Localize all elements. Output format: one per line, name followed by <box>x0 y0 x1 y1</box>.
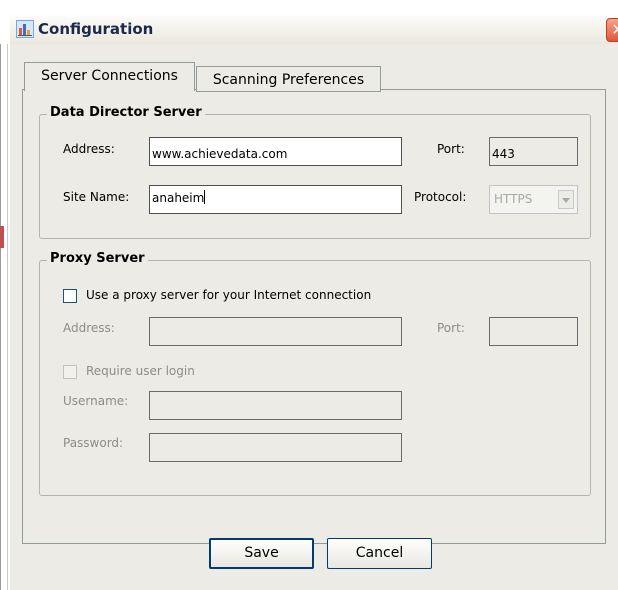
tab-label: Server Connections <box>41 68 178 84</box>
tab-panel-server-connections: Data Director Server Address: Port: Site… <box>22 89 606 544</box>
background-window-edge-inner <box>7 44 8 590</box>
address-label: Address: <box>63 142 115 156</box>
protocol-label: Protocol: <box>414 190 467 204</box>
username-field[interactable] <box>149 391 402 420</box>
proxy-address-label: Address: <box>63 321 115 335</box>
site-name-label: Site Name: <box>63 190 130 204</box>
password-label: Password: <box>63 436 124 450</box>
site-name-value: anaheim <box>152 191 205 205</box>
require-login-checkbox[interactable] <box>63 365 77 379</box>
close-button[interactable]: ✕ <box>606 18 618 42</box>
data-director-group: Data Director Server Address: Port: Site… <box>39 105 591 239</box>
proxy-port-field[interactable] <box>489 317 578 346</box>
title-bar[interactable]: Configuration ✕ <box>10 14 618 45</box>
data-director-legend: Data Director Server <box>47 105 205 120</box>
protocol-select[interactable]: HTTPS <box>489 185 578 214</box>
protocol-value: HTTPS <box>494 192 533 206</box>
port-field[interactable] <box>489 137 578 166</box>
use-proxy-label[interactable]: Use a proxy server for your Internet con… <box>86 288 371 302</box>
tab-label: Scanning Preferences <box>212 72 365 88</box>
screen: Configuration ✕ Server Connections Scann… <box>0 0 618 590</box>
proxy-server-legend: Proxy Server <box>47 251 148 266</box>
cancel-button[interactable]: Cancel <box>327 538 432 569</box>
port-label: Port: <box>437 142 465 156</box>
close-icon: ✕ <box>611 20 618 39</box>
dialog-body: Server Connections Scanning Preferences … <box>10 44 618 590</box>
proxy-server-group: Proxy Server Use a proxy server for your… <box>39 251 591 496</box>
site-name-field[interactable]: anaheim <box>149 185 402 214</box>
background-window-marker <box>0 226 4 248</box>
use-proxy-checkbox[interactable] <box>63 289 77 303</box>
username-label: Username: <box>63 394 129 408</box>
tab-scanning-preferences[interactable]: Scanning Preferences <box>196 66 381 92</box>
text-cursor <box>204 190 206 204</box>
proxy-port-label: Port: <box>437 321 465 335</box>
save-button[interactable]: Save <box>209 538 314 569</box>
password-field[interactable] <box>149 433 402 462</box>
tab-server-connections[interactable]: Server Connections <box>24 62 195 91</box>
app-chart-icon <box>16 20 34 38</box>
background-window-edge <box>0 44 1 590</box>
window-title: Configuration <box>38 20 154 38</box>
proxy-address-field[interactable] <box>149 317 402 346</box>
chevron-down-icon[interactable] <box>558 190 574 209</box>
address-field[interactable] <box>149 137 402 166</box>
require-login-label[interactable]: Require user login <box>86 364 195 378</box>
